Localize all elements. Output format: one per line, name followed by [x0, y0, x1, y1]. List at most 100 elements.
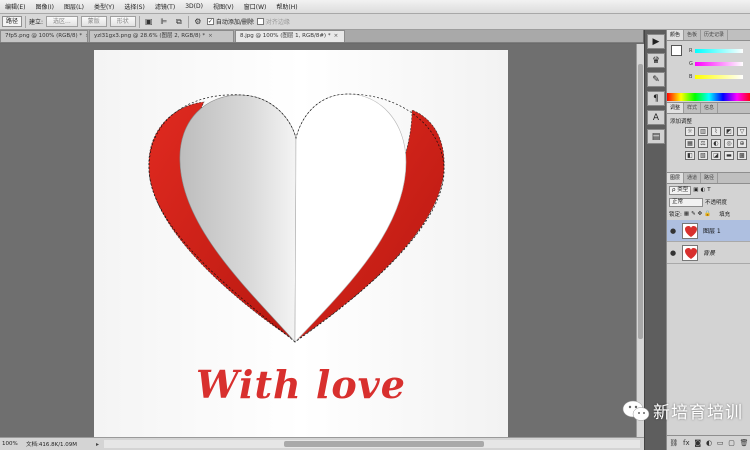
fx-icon[interactable]: fx: [683, 439, 690, 447]
g-label: G: [689, 61, 693, 67]
close-icon[interactable]: ×: [208, 31, 213, 42]
menu-layer[interactable]: 图层(L): [59, 2, 89, 11]
channel-mixer-icon[interactable]: ⊕: [737, 139, 747, 148]
tab-adjustments[interactable]: 调整: [667, 103, 685, 113]
close-icon[interactable]: ×: [85, 31, 87, 42]
tab-history[interactable]: 历史记录: [701, 30, 729, 40]
black-white-icon[interactable]: ◐: [711, 139, 721, 148]
menu-window[interactable]: 窗口(W): [239, 2, 272, 11]
horizontal-scrollbar[interactable]: [104, 440, 640, 448]
menu-type[interactable]: 类型(Y): [89, 2, 119, 11]
photo-filter-icon[interactable]: ◎: [724, 139, 734, 148]
watermark: 新培育培训: [622, 398, 743, 423]
zoom-level[interactable]: 100%: [0, 441, 26, 447]
lock-move-icon[interactable]: ✥: [698, 211, 703, 217]
paragraph-icon[interactable]: ¶: [647, 91, 665, 106]
threshold-icon[interactable]: ◪: [711, 151, 721, 160]
trash-icon[interactable]: 🗑: [740, 439, 749, 447]
exposure-icon[interactable]: ◩: [724, 127, 734, 136]
eye-icon[interactable]: ●: [667, 227, 679, 235]
tab-swatches[interactable]: 色板: [684, 30, 702, 40]
document-canvas[interactable]: With love: [94, 50, 508, 437]
blend-mode-dropdown[interactable]: 正常: [669, 197, 703, 207]
color-balance-icon[interactable]: ⚖: [698, 139, 708, 148]
tab-label: 7fp5.png @ 100% (RGB/8) *: [5, 33, 83, 39]
menu-filter[interactable]: 滤镜(T): [150, 2, 180, 11]
invert-icon[interactable]: ◧: [685, 151, 695, 160]
link-icon[interactable]: ⛓: [669, 439, 678, 447]
vibrance-icon[interactable]: ▽: [737, 127, 747, 136]
make-mask-button[interactable]: 蒙版: [80, 16, 107, 27]
brightness-icon[interactable]: ☼: [685, 127, 695, 136]
posterize-icon[interactable]: ▧: [698, 151, 708, 160]
menu-image[interactable]: 图像(I): [30, 2, 58, 11]
wechat-icon: [622, 400, 650, 421]
canvas-area[interactable]: With love: [0, 44, 636, 437]
curves-icon[interactable]: ⌇: [711, 127, 721, 136]
pen-mode-dropdown[interactable]: 路径: [2, 16, 23, 27]
layer-name: 图层 1: [703, 228, 721, 235]
lock-transparency-icon[interactable]: ▦: [684, 211, 689, 217]
tab-layers[interactable]: 图层: [667, 173, 685, 183]
make-shape-button[interactable]: 形状: [109, 16, 136, 27]
auto-add-delete-checkbox[interactable]: ✓ 自动添加/删除: [206, 17, 254, 26]
tab-7fp5[interactable]: 7fp5.png @ 100% (RGB/8) * ×: [0, 30, 88, 42]
vertical-scrollbar[interactable]: [636, 44, 644, 437]
chevron-right-icon[interactable]: ▸: [96, 441, 104, 448]
path-arrangement-icon[interactable]: ⧉: [173, 16, 185, 27]
filter-row: ρ 类型 ▣ ◐ T: [667, 184, 750, 196]
character-icon[interactable]: A: [647, 110, 665, 125]
tab-paths[interactable]: 路径: [701, 173, 719, 183]
layer-row-layer1[interactable]: ● 图层 1: [667, 220, 750, 242]
tab-channels[interactable]: 通道: [684, 173, 702, 183]
filter-adjust-icon[interactable]: ◐: [700, 187, 705, 193]
adjust-panel-tabs: 调整 样式 信息: [667, 103, 750, 114]
levels-icon[interactable]: ▥: [698, 127, 708, 136]
new-layer-icon[interactable]: ▢: [728, 439, 735, 447]
g-slider[interactable]: [695, 62, 743, 66]
path-alignment-icon[interactable]: ⊫: [158, 16, 170, 27]
eye-icon[interactable]: ●: [667, 249, 679, 257]
tab-color[interactable]: 颜色: [667, 30, 685, 40]
clone-source-icon[interactable]: ♛: [647, 53, 665, 68]
folder-icon[interactable]: ▭: [717, 439, 724, 447]
menu-help[interactable]: 帮助(H): [271, 2, 302, 11]
filter-pixel-icon[interactable]: ▣: [693, 187, 698, 193]
tab-8-jpg[interactable]: 8.jpg @ 100% (图层 1, RGB/8#) * ×: [235, 30, 345, 42]
lock-paint-icon[interactable]: ✎: [691, 211, 696, 217]
layer-kind-dropdown[interactable]: ρ 类型: [669, 185, 692, 195]
tab-yzl31gx3[interactable]: yzl31gx3.png @ 28.6% (图层 2, RGB/8) * ×: [89, 30, 234, 42]
b-slider[interactable]: [695, 75, 743, 79]
tab-info[interactable]: 信息: [701, 103, 719, 113]
r-slider[interactable]: [695, 49, 743, 53]
layer-row-background[interactable]: ● 背景: [667, 242, 750, 264]
close-icon[interactable]: ×: [334, 31, 339, 42]
play-icon[interactable]: ▶: [647, 34, 665, 49]
layers-panel-tabs: 图层 通道 路径: [667, 173, 750, 184]
menu-edit[interactable]: 编辑(E): [0, 2, 30, 11]
make-selection-button[interactable]: 选区...: [46, 16, 78, 27]
color-spectrum[interactable]: [667, 93, 750, 101]
scroll-thumb[interactable]: [284, 441, 484, 447]
tab-styles[interactable]: 样式: [684, 103, 702, 113]
mask-icon[interactable]: ◙: [694, 439, 701, 447]
lock-label: 锁定:: [669, 212, 682, 218]
lock-all-icon[interactable]: 🔒: [704, 211, 711, 217]
selective-color-icon[interactable]: ▩: [737, 151, 747, 160]
adjustment-layer-icon[interactable]: ◐: [706, 439, 712, 447]
path-operations-icon[interactable]: ▣: [143, 16, 155, 27]
divider: [25, 15, 27, 28]
fill-label: 填充: [719, 212, 731, 218]
hue-icon[interactable]: ▦: [685, 139, 695, 148]
gear-icon[interactable]: ⚙: [192, 16, 204, 27]
menu-3d[interactable]: 3D(D): [180, 3, 208, 10]
properties-icon[interactable]: ▤: [647, 129, 665, 144]
filter-type-icon[interactable]: T: [707, 187, 710, 193]
menu-select[interactable]: 选择(S): [119, 2, 150, 11]
brush-preset-icon[interactable]: ✎: [647, 72, 665, 87]
align-edges-checkbox[interactable]: 对齐边缘: [256, 17, 290, 26]
gradient-map-icon[interactable]: ▬: [724, 151, 734, 160]
scroll-thumb[interactable]: [638, 64, 643, 339]
foreground-color-swatch[interactable]: [671, 45, 682, 56]
menu-view[interactable]: 视图(V): [208, 2, 239, 11]
